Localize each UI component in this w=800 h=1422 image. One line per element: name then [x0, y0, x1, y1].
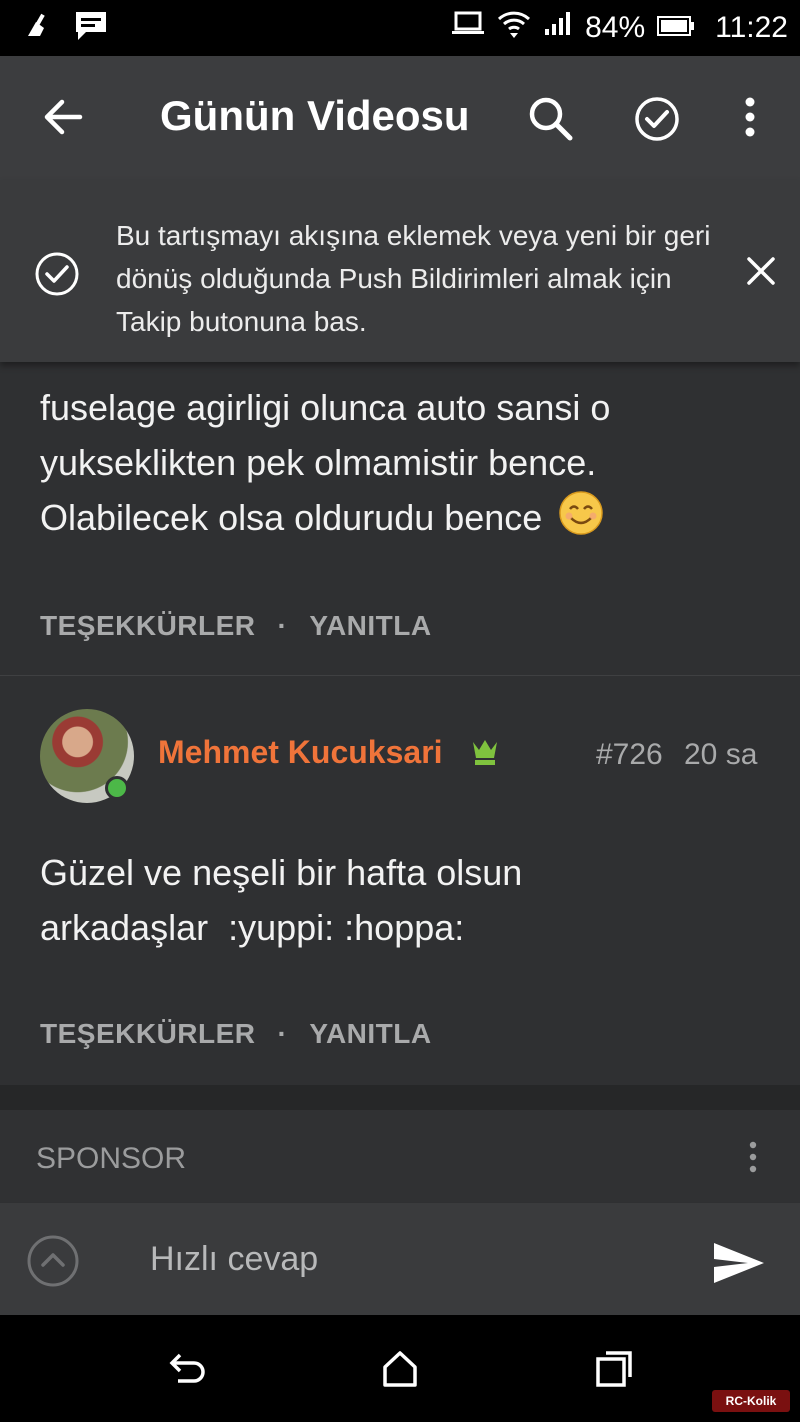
section-gap	[0, 1085, 800, 1110]
crown-badge-icon	[470, 736, 500, 773]
battery-icon	[657, 11, 695, 45]
smile-emoji-icon	[558, 490, 604, 551]
online-indicator	[105, 776, 129, 800]
clock: 11:22	[715, 11, 788, 44]
action-separator: ·	[277, 610, 288, 641]
battery-percent: 84%	[585, 11, 646, 44]
follow-check-icon[interactable]	[634, 96, 680, 147]
check-circle-icon	[34, 251, 80, 302]
status-bar: 84% 11:22	[0, 0, 800, 56]
close-icon[interactable]	[746, 256, 776, 291]
action-separator: ·	[277, 1018, 288, 1049]
send-icon[interactable]	[712, 1241, 766, 1290]
signal-icon	[543, 11, 573, 45]
quick-reply-bar	[0, 1203, 800, 1315]
wifi-icon	[497, 7, 531, 49]
page-title: Günün Videosu	[160, 92, 470, 139]
expand-up-icon[interactable]	[26, 1234, 80, 1293]
cleaner-icon	[22, 10, 54, 47]
back-arrow-icon[interactable]	[40, 94, 86, 140]
app-bar: Günün Videosu	[0, 56, 800, 180]
post-line: fuselage agirligi olunca auto sansi o	[40, 387, 611, 428]
reply-button[interactable]: YANITLA	[309, 610, 431, 642]
post-actions: TEŞEKKÜRLER · YANITLA	[40, 1018, 432, 1050]
post-body: Güzel ve neşeli bir hafta olsun arkadaşl…	[40, 845, 522, 955]
nav-home-icon[interactable]	[380, 1349, 420, 1394]
post-line: yukseklikten pek olmamistir bence.	[40, 442, 597, 483]
quick-reply-input[interactable]	[148, 1239, 672, 1280]
system-nav-bar	[0, 1315, 800, 1422]
reply-button[interactable]: YANITLA	[309, 1018, 431, 1050]
banner-message: Bu tartışmayı akışına eklemek veya yeni …	[116, 220, 711, 337]
search-icon[interactable]	[526, 94, 574, 147]
post-number[interactable]: #726	[596, 738, 663, 772]
overflow-menu-icon[interactable]	[738, 96, 762, 145]
post-line: arkadaşlar :yuppi: :hoppa:	[40, 907, 465, 948]
post-line: Olabilecek olsa oldurudu bence	[40, 490, 610, 551]
thanks-button[interactable]: TEŞEKKÜRLER	[40, 610, 256, 642]
post-body: fuselage agirligi olunca auto sansi o yu…	[40, 380, 610, 551]
post-username[interactable]: Mehmet Kucuksari	[158, 734, 443, 771]
laptop-icon	[451, 11, 485, 45]
nav-back-icon[interactable]	[166, 1349, 206, 1394]
message-icon	[74, 10, 108, 47]
post-actions: TEŞEKKÜRLER · YANITLA	[40, 610, 432, 642]
watermark-logo: RC-Kolik	[712, 1390, 790, 1412]
nav-recents-icon[interactable]	[594, 1349, 634, 1394]
follow-hint-banner: Bu tartışmayı akışına eklemek veya yeni …	[0, 180, 800, 362]
post-line: Güzel ve neşeli bir hafta olsun	[40, 852, 523, 893]
sponsor-label: SPONSOR	[36, 1142, 187, 1175]
post-timestamp: 20 sa	[684, 738, 758, 771]
sponsor-section: SPONSOR	[0, 1110, 800, 1202]
thanks-button[interactable]: TEŞEKKÜRLER	[40, 1018, 256, 1050]
post-divider	[0, 675, 800, 676]
sponsor-menu-icon[interactable]	[745, 1140, 761, 1179]
